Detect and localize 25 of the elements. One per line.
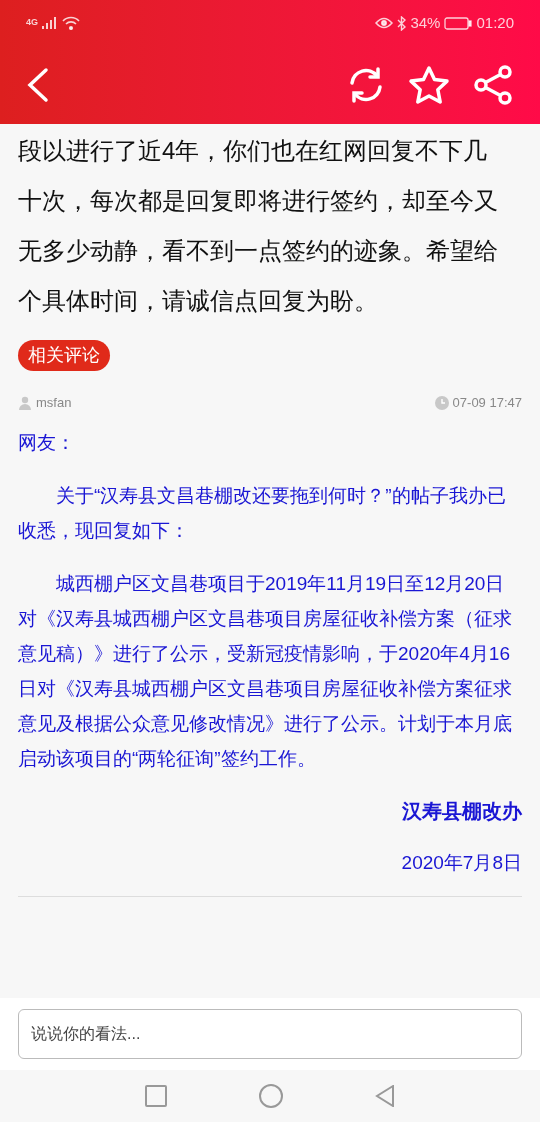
comment-greeting: 网友：: [18, 430, 76, 455]
comment-author: msfan: [36, 394, 72, 412]
post-text: 段以进行了近4年，你们也在红网回复不下几十次，每次都是回复即将进行签约，却至今又无多少动静，看不到一点签约的迹象。希望给个具体时间，请诚信点回复为盼。: [18, 136, 499, 316]
recents-button[interactable]: [145, 1085, 167, 1107]
clock-icon: [434, 395, 449, 410]
wifi-icon: [62, 16, 80, 30]
bluetooth-icon: [397, 15, 407, 31]
favorite-button[interactable]: [408, 65, 450, 105]
section-badge: 相关评论: [18, 340, 110, 371]
battery-percent: 34%: [410, 12, 441, 33]
comment-date: 2020年7月8日: [400, 850, 522, 875]
signal-icon: [42, 17, 58, 29]
network-type: 4G: [26, 16, 38, 30]
clock-time: 01:20: [476, 12, 514, 33]
comment-paragraph: 城西棚户区文昌巷项目于2019年11月19日至12月20日对《汉寿县城西棚户区文昌巷项目房屋征收补偿方案（征求意见稿）》进行了公示，受新冠疫情影响，于2020年4月16日对《汉寿县城西棚户区文昌巷项目房屋征收补偿方案征求意见及根据公众意见修改情况》进行了公示。计划于本月底启动该项目的“两轮征询”签约工作。: [18, 571, 513, 771]
share-button[interactable]: [472, 65, 514, 105]
battery-icon: [444, 16, 473, 30]
comment-input[interactable]: 说说你的看法...: [18, 1009, 522, 1059]
comment-signature: 汉寿县棚改办: [401, 798, 522, 824]
back-nav-button[interactable]: [375, 1085, 395, 1107]
user-icon: [18, 395, 32, 410]
eye-icon: [375, 17, 394, 29]
comment-paragraph: 关于“汉寿县文昌巷棚改还要拖到何时？”的帖子我办已收悉，现回复如下：: [18, 483, 507, 543]
comment-time: 07-09 17:47: [452, 394, 522, 412]
home-button[interactable]: [259, 1084, 283, 1108]
